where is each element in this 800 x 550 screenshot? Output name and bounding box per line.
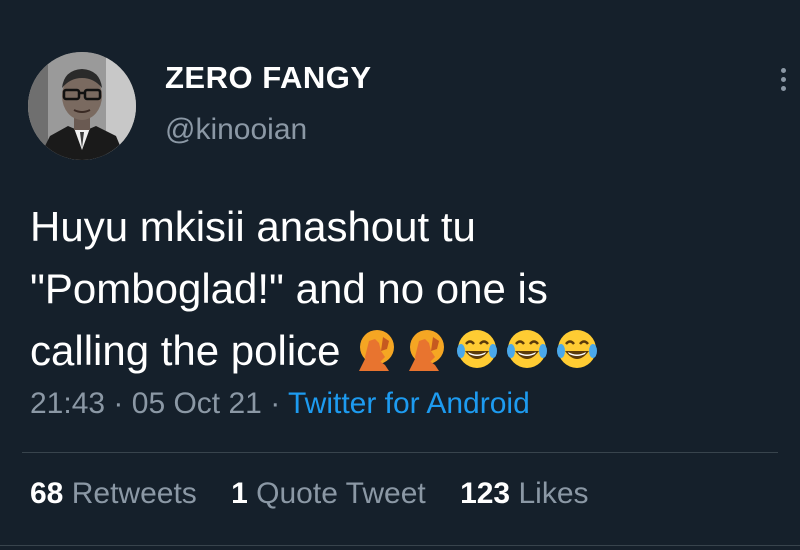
retweets-count: 68 — [30, 477, 64, 510]
avatar[interactable] — [28, 52, 136, 160]
retweets-label: Retweets — [71, 477, 197, 510]
facepalm-emoji-icon — [408, 330, 444, 371]
meta-separator: · — [270, 387, 281, 420]
tweet-stats: 68 Retweets 1 Quote Tweet 123 Likes — [30, 477, 615, 511]
meta-separator: · — [113, 387, 124, 420]
author-display-name[interactable]: ZERO FANGY — [165, 60, 372, 96]
tweet-card: ZERO FANGY @kinooian Huyu mkisii anashou… — [0, 0, 800, 550]
tweet-time[interactable]: 21:43 — [30, 387, 105, 420]
likes-count: 123 — [460, 477, 511, 510]
quote-tweets-label: Quote Tweet — [256, 477, 426, 510]
quote-tweets-stat[interactable]: 1 Quote Tweet — [231, 477, 426, 510]
divider — [0, 545, 800, 546]
tweet-meta: 21:43 · 05 Oct 21 · Twitter for Android — [30, 387, 530, 421]
likes-stat[interactable]: 123 Likes — [460, 477, 588, 510]
tweet-date[interactable]: 05 Oct 21 — [132, 387, 262, 420]
facepalm-emoji-icon — [358, 330, 394, 371]
tweet-text-fragment: calling the police — [30, 327, 341, 374]
tweet-text-line: calling the police — [30, 320, 770, 382]
author-handle[interactable]: @kinooian — [165, 113, 307, 147]
tweet-source-link[interactable]: Twitter for Android — [288, 387, 530, 420]
more-options-icon[interactable] — [776, 68, 790, 102]
tears-of-joy-emoji-icon — [456, 330, 497, 368]
tweet-text-line: Huyu mkisii anashout tu — [30, 203, 476, 250]
quote-tweets-count: 1 — [231, 477, 248, 510]
tweet-text-line: "Pomboglad!" and no one is — [30, 265, 548, 312]
avatar-photo — [28, 52, 136, 160]
tears-of-joy-emoji-icon — [556, 330, 597, 368]
likes-label: Likes — [518, 477, 589, 510]
retweets-stat[interactable]: 68 Retweets — [30, 477, 197, 510]
divider — [22, 452, 778, 453]
tears-of-joy-emoji-icon — [506, 330, 547, 368]
tweet-text: Huyu mkisii anashout tu "Pomboglad!" and… — [30, 196, 770, 382]
